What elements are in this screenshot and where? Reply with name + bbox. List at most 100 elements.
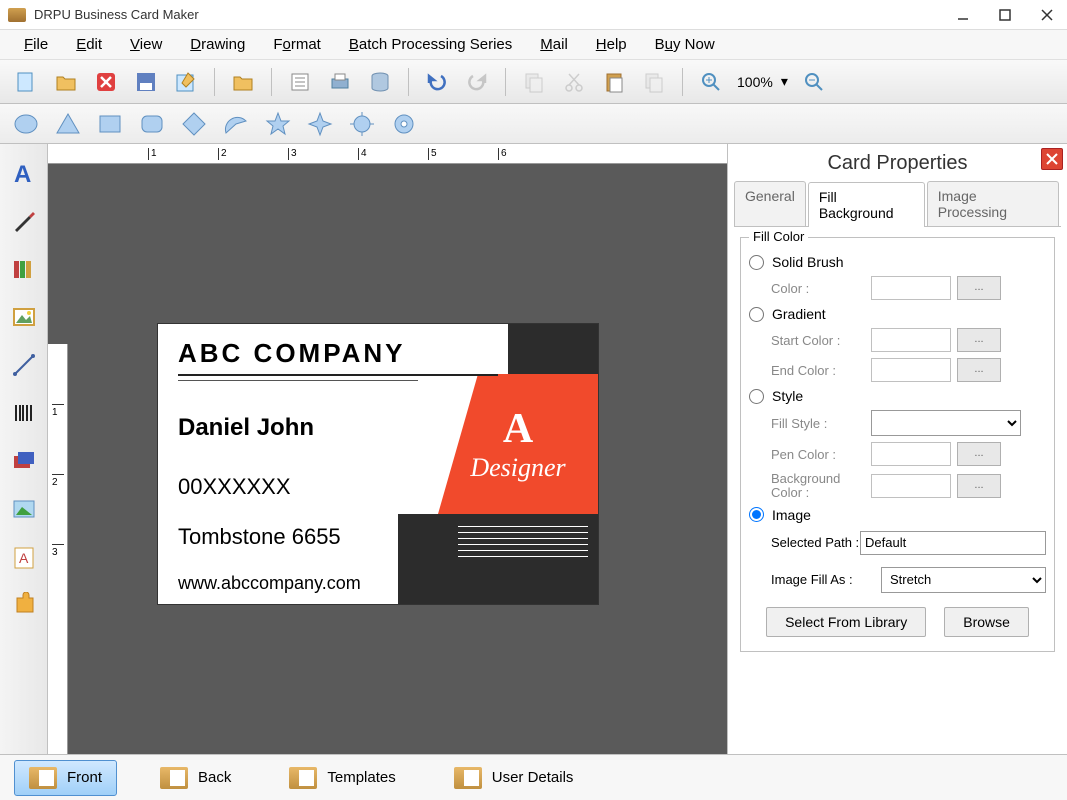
menu-mail[interactable]: Mail (540, 36, 568, 53)
puzzle-tool-icon[interactable] (9, 590, 39, 620)
paste-all-icon[interactable] (640, 68, 668, 96)
window-title: DRPU Business Card Maker (34, 7, 951, 22)
pencil-tool-icon[interactable] (9, 206, 39, 236)
shape-toolbar (0, 104, 1067, 144)
gear-icon[interactable] (390, 110, 418, 138)
menu-view[interactable]: View (130, 36, 162, 53)
bottom-tabs: Front Back Templates User Details (0, 754, 1067, 800)
radio-gradient[interactable] (749, 307, 764, 322)
rounded-rect-icon[interactable] (138, 110, 166, 138)
tab-fill-background[interactable]: Fill Background (808, 182, 925, 227)
start-color-picker[interactable]: ... (957, 328, 1001, 352)
bottom-tab-front[interactable]: Front (14, 760, 117, 796)
menu-edit[interactable]: Edit (76, 36, 102, 53)
bg-color-box[interactable] (871, 474, 951, 498)
properties-title: Card Properties (734, 152, 1061, 175)
front-icon (29, 767, 57, 789)
fill-style-select[interactable] (871, 410, 1021, 436)
card-phone: 00XXXXXX (178, 474, 291, 500)
new-icon[interactable] (12, 68, 40, 96)
radio-solid-brush[interactable] (749, 255, 764, 270)
start-color-box[interactable] (871, 328, 951, 352)
zoom-in-icon[interactable] (697, 68, 725, 96)
pen-color-box[interactable] (871, 442, 951, 466)
properties-close-icon[interactable] (1041, 148, 1063, 170)
print-icon[interactable] (326, 68, 354, 96)
radio-style[interactable] (749, 389, 764, 404)
delete-icon[interactable] (92, 68, 120, 96)
menu-batch[interactable]: Batch Processing Series (349, 36, 512, 53)
back-icon (160, 767, 188, 789)
tab-general[interactable]: General (734, 181, 806, 226)
cards-tool-icon[interactable] (9, 446, 39, 476)
maximize-button[interactable] (993, 3, 1017, 27)
arc-icon[interactable] (222, 110, 250, 138)
edit-icon[interactable] (172, 68, 200, 96)
ruler-horizontal: 123456 (48, 144, 727, 164)
bottom-tab-templates[interactable]: Templates (274, 760, 410, 796)
svg-text:A: A (14, 161, 31, 186)
main-toolbar: 100%▾ (0, 60, 1067, 104)
solid-color-box[interactable] (871, 276, 951, 300)
menu-drawing[interactable]: Drawing (190, 36, 245, 53)
select-from-library-button[interactable]: Select From Library (766, 607, 926, 637)
ellipse-icon[interactable] (12, 110, 40, 138)
radio-image[interactable] (749, 507, 764, 522)
star4-icon[interactable] (306, 110, 334, 138)
templates-icon (289, 767, 317, 789)
ruler-vertical: 123 (48, 344, 68, 754)
folder-icon[interactable] (229, 68, 257, 96)
zoom-combo[interactable]: 100%▾ (737, 73, 788, 90)
menu-file[interactable]: File (24, 36, 48, 53)
menubar: File Edit View Drawing Format Batch Proc… (0, 30, 1067, 60)
save-icon[interactable] (132, 68, 160, 96)
burst-icon[interactable] (348, 110, 376, 138)
cut-icon[interactable] (560, 68, 588, 96)
pen-color-picker[interactable]: ... (957, 442, 1001, 466)
diamond-icon[interactable] (180, 110, 208, 138)
tab-image-processing[interactable]: Image Processing (927, 181, 1059, 226)
end-color-picker[interactable]: ... (957, 358, 1001, 382)
copy-icon[interactable] (520, 68, 548, 96)
line-tool-icon[interactable] (9, 350, 39, 380)
open-icon[interactable] (52, 68, 80, 96)
image-tool-icon[interactable] (9, 302, 39, 332)
star-icon[interactable] (264, 110, 292, 138)
business-card[interactable]: A Designer ABC COMPANY Daniel John 00XXX… (158, 324, 598, 604)
watermark-tool-icon[interactable]: A (9, 542, 39, 572)
bottom-tab-back[interactable]: Back (145, 760, 246, 796)
app-icon (8, 8, 26, 22)
card-website: www.abccompany.com (178, 573, 361, 594)
list-icon[interactable] (286, 68, 314, 96)
library-tool-icon[interactable] (9, 254, 39, 284)
properties-panel: Card Properties General Fill Background … (727, 144, 1067, 754)
bg-color-picker[interactable]: ... (957, 474, 1001, 498)
svg-text:A: A (19, 550, 29, 566)
card-logo: A (503, 405, 533, 453)
menu-buy[interactable]: Buy Now (655, 36, 715, 53)
close-button[interactable] (1035, 3, 1059, 27)
selected-path-input[interactable] (860, 531, 1046, 555)
side-toolbar: A A (0, 144, 48, 754)
card-company: ABC COMPANY (178, 338, 406, 369)
menu-format[interactable]: Format (273, 36, 321, 53)
browse-button[interactable]: Browse (944, 607, 1029, 637)
rectangle-icon[interactable] (96, 110, 124, 138)
undo-icon[interactable] (423, 68, 451, 96)
end-color-box[interactable] (871, 358, 951, 382)
database-icon[interactable] (366, 68, 394, 96)
card-name: Daniel John (178, 414, 314, 442)
image-fill-select[interactable]: Stretch (881, 567, 1046, 593)
zoom-out-icon[interactable] (800, 68, 828, 96)
fill-color-legend: Fill Color (749, 229, 808, 244)
menu-help[interactable]: Help (596, 36, 627, 53)
paste-icon[interactable] (600, 68, 628, 96)
barcode-tool-icon[interactable] (9, 398, 39, 428)
text-tool-icon[interactable]: A (9, 158, 39, 188)
picture-tool-icon[interactable] (9, 494, 39, 524)
minimize-button[interactable] (951, 3, 975, 27)
bottom-tab-user-details[interactable]: User Details (439, 760, 589, 796)
solid-color-picker[interactable]: ... (957, 276, 1001, 300)
redo-icon[interactable] (463, 68, 491, 96)
triangle-icon[interactable] (54, 110, 82, 138)
